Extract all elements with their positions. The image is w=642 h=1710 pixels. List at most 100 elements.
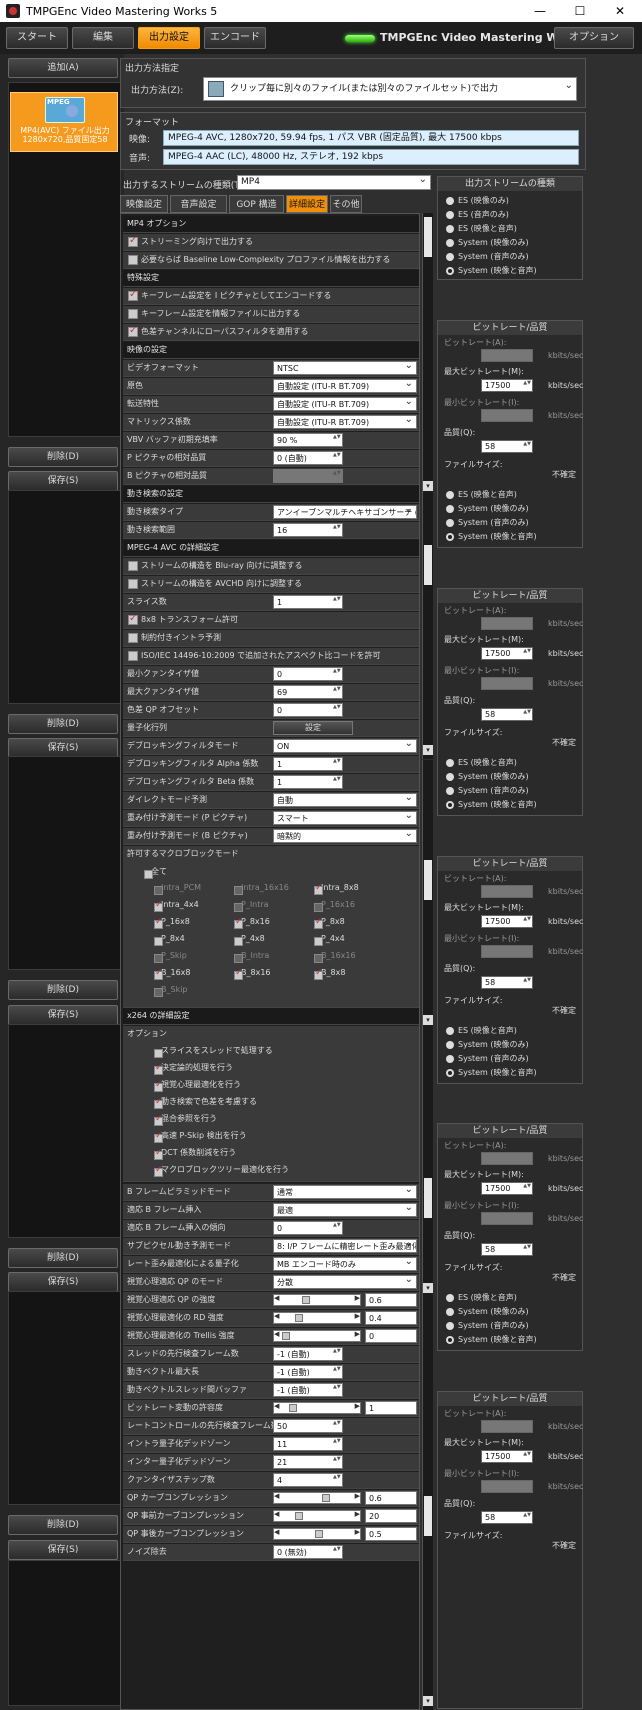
slider-value[interactable]: 0 xyxy=(365,1329,417,1343)
tab-2[interactable]: GOP 構造 xyxy=(229,195,284,213)
stream-radio[interactable]: ES (映像と音声) xyxy=(446,223,517,234)
setting-spinner[interactable]: 90 % xyxy=(273,433,343,447)
stream-radio[interactable]: ES (映像と音声) xyxy=(446,1292,517,1303)
setting-spinner[interactable]: 0 xyxy=(273,703,343,717)
stream-radio[interactable]: System (映像のみ) xyxy=(446,1306,529,1317)
checkbox[interactable] xyxy=(128,633,138,643)
max-bitrate-input[interactable]: 17500 xyxy=(481,1182,533,1195)
minimize-button[interactable]: — xyxy=(520,0,560,22)
stream-radio[interactable]: System (映像のみ) xyxy=(446,771,529,782)
setting-slider[interactable] xyxy=(273,1528,361,1540)
checkbox[interactable] xyxy=(128,561,138,571)
delete-button-2[interactable]: 削除(D) xyxy=(8,714,118,734)
stream-radio[interactable]: System (映像のみ) xyxy=(446,237,529,248)
x264-option-checkbox[interactable]: 決定論的処理を行う xyxy=(149,1062,233,1075)
setting-dropdown[interactable]: 通常 xyxy=(273,1185,417,1199)
setting-spinner[interactable]: 4 xyxy=(273,1473,343,1487)
setting-dropdown[interactable]: NTSC xyxy=(273,361,417,375)
slider-value[interactable]: 1 xyxy=(365,1401,417,1415)
stream-radio[interactable]: ES (映像と音声) xyxy=(446,489,517,500)
setting-slider[interactable] xyxy=(273,1510,361,1522)
mb-mode-checkbox[interactable]: Intra_4x4 xyxy=(149,900,199,912)
stream-radio[interactable]: System (音声のみ) xyxy=(446,785,529,796)
stream-radio[interactable]: System (映像のみ) xyxy=(446,1039,529,1050)
settings-scrollbar-3[interactable]: ▾ xyxy=(422,760,433,1028)
setting-dropdown[interactable]: 8: I/P フレームに精密レート歪み最適化 xyxy=(273,1239,417,1253)
quality-input[interactable]: 58 xyxy=(481,1243,533,1256)
settings-scrollbar-4[interactable]: ▾ xyxy=(422,1028,433,1296)
stream-radio[interactable]: System (音声のみ) xyxy=(446,251,529,262)
slider-value[interactable]: 0.6 xyxy=(365,1491,417,1505)
slider-value[interactable]: 20 xyxy=(365,1509,417,1523)
setting-spinner[interactable]: 21 xyxy=(273,1455,343,1469)
slider-value[interactable]: 0.4 xyxy=(365,1311,417,1325)
mb-mode-checkbox[interactable]: Intra_8x8 xyxy=(309,883,359,895)
mb-all-checkbox[interactable]: 全て xyxy=(139,866,167,879)
max-bitrate-input[interactable]: 17500 xyxy=(481,915,533,928)
output-method-select[interactable]: クリップ毎に別々のファイル(または別々のファイルセット)で出力 xyxy=(203,77,577,101)
setting-spinner[interactable]: 0 (無効) xyxy=(273,1545,343,1559)
x264-option-checkbox[interactable]: スライスをスレッドで処理する xyxy=(149,1045,273,1058)
nav-encode-button[interactable]: エンコード xyxy=(204,27,266,49)
settings-scrollbar-2[interactable]: ▾ xyxy=(422,495,433,759)
setting-spinner[interactable]: 1 xyxy=(273,757,343,771)
setting-slider[interactable] xyxy=(273,1312,361,1324)
mb-mode-checkbox[interactable]: P_4x4 xyxy=(309,934,345,946)
save-button-2[interactable]: 保存(S) xyxy=(8,738,118,758)
stream-radio[interactable]: ES (映像と音声) xyxy=(446,757,517,768)
setting-dropdown[interactable]: ON xyxy=(273,739,417,753)
x264-option-checkbox[interactable]: 混合参照を行う xyxy=(149,1113,217,1126)
tab-0[interactable]: 映像設定 xyxy=(120,195,168,213)
checkbox[interactable] xyxy=(128,651,138,661)
checkbox[interactable] xyxy=(128,309,138,319)
setting-spinner[interactable]: 11 xyxy=(273,1437,343,1451)
checkbox[interactable] xyxy=(128,325,138,337)
setting-spinner[interactable]: -1 (自動) xyxy=(273,1347,343,1361)
quality-input[interactable]: 58 xyxy=(481,440,533,453)
max-bitrate-input[interactable]: 17500 xyxy=(481,647,533,660)
nav-edit-button[interactable]: 編集 xyxy=(72,27,134,49)
save-button-4[interactable]: 保存(S) xyxy=(8,1272,118,1292)
setting-spinner[interactable]: -1 (自動) xyxy=(273,1383,343,1397)
slider-value[interactable]: 0.6 xyxy=(365,1293,417,1307)
stream-radio[interactable]: System (映像と音声) xyxy=(446,1334,537,1345)
slider-value[interactable]: 0.5 xyxy=(365,1527,417,1541)
mb-mode-checkbox[interactable]: P_8x8 xyxy=(309,917,345,929)
quality-input[interactable]: 58 xyxy=(481,708,533,721)
setting-spinner[interactable]: 0 xyxy=(273,1221,343,1235)
setting-slider[interactable] xyxy=(273,1294,361,1306)
settings-scrollbar-5[interactable]: ▾ xyxy=(422,1296,433,1710)
add-button[interactable]: 追加(A) xyxy=(8,58,118,78)
max-bitrate-input[interactable]: 17500 xyxy=(481,1450,533,1463)
mb-mode-checkbox[interactable]: P_8x4 xyxy=(149,934,185,946)
maximize-button[interactable]: ☐ xyxy=(560,0,600,22)
checkbox[interactable] xyxy=(128,613,138,625)
options-button[interactable]: オプション xyxy=(554,27,634,49)
stream-radio[interactable]: System (映像と音声) xyxy=(446,799,537,810)
stream-radio[interactable]: ES (音声のみ) xyxy=(446,209,509,220)
setting-dropdown[interactable]: 自動 xyxy=(273,793,417,807)
mb-mode-checkbox[interactable]: B_16x8 xyxy=(149,968,191,980)
close-button[interactable]: ✕ xyxy=(600,0,640,22)
setting-slider[interactable] xyxy=(273,1330,361,1342)
setting-spinner[interactable]: 0 xyxy=(273,667,343,681)
nav-output-button[interactable]: 出力設定 xyxy=(138,27,200,49)
checkbox[interactable] xyxy=(128,235,138,247)
setting-spinner[interactable]: 1 xyxy=(273,595,343,609)
setting-dropdown[interactable]: 暗黙的 xyxy=(273,829,417,843)
mb-mode-checkbox[interactable]: P_16x8 xyxy=(149,917,190,929)
stream-radio[interactable]: System (映像と音声) xyxy=(446,265,537,276)
quant-matrix-button[interactable]: 設定 xyxy=(273,721,353,735)
x264-option-checkbox[interactable]: DCT 係数削減を行う xyxy=(149,1147,236,1160)
stream-radio[interactable]: System (音声のみ) xyxy=(446,1053,529,1064)
save-button-1[interactable]: 保存(S) xyxy=(8,471,118,491)
setting-dropdown[interactable]: アンイーブンマルチヘキサゴンサーチ (UM xyxy=(273,505,417,519)
delete-button-4[interactable]: 削除(D) xyxy=(8,1248,118,1268)
setting-dropdown[interactable]: MB エンコード時のみ xyxy=(273,1257,417,1271)
mb-mode-checkbox[interactable]: B_8x8 xyxy=(309,968,345,980)
setting-dropdown[interactable]: 自動設定 (ITU-R BT.709) xyxy=(273,397,417,411)
tab-3[interactable]: 詳細設定 xyxy=(286,195,328,213)
setting-dropdown[interactable]: 自動設定 (ITU-R BT.709) xyxy=(273,415,417,429)
setting-dropdown[interactable]: 最適 xyxy=(273,1203,417,1217)
mb-mode-checkbox[interactable]: P_8x16 xyxy=(229,917,270,929)
